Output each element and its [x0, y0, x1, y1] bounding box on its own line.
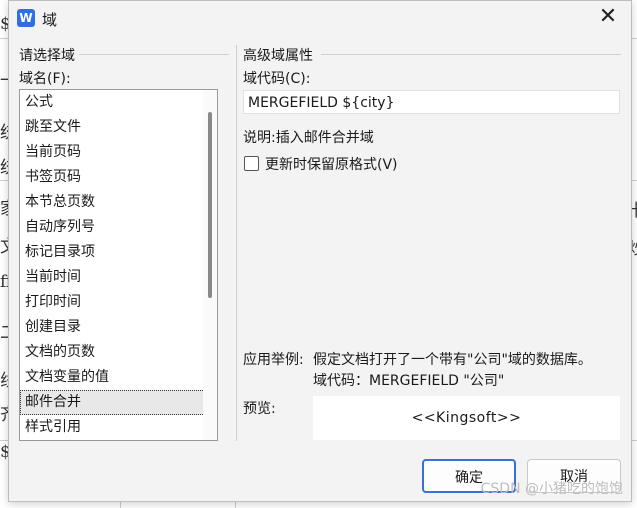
close-icon[interactable]: ✕ [597, 6, 619, 28]
group-separator [236, 45, 237, 441]
field-code-input[interactable]: MERGEFIELD ${city} [243, 90, 620, 114]
preview-label: 预览: [243, 401, 276, 417]
field-list-item[interactable]: 打印时间 [20, 290, 217, 315]
field-name-list[interactable]: 公式 跳至文件 当前页码 书签页码 本节总页数 自动序列号 标记目录项 当前时间 打印时间 创建目… [19, 89, 218, 441]
preview-box: <<Kingsoft>> [313, 396, 620, 440]
field-list-item[interactable]: 样式引用 [20, 415, 217, 440]
field-list-item[interactable]: 当前时间 [20, 265, 217, 290]
field-list-item[interactable]: 跳至文件 [20, 115, 217, 140]
field-list-item[interactable]: 创建目录 [20, 315, 217, 340]
field-list-item[interactable]: 自动序列号 [20, 215, 217, 240]
field-dialog: W 域 ✕ 请选择域 域名(F): 公式 跳至文件 当前页码 书签页码 本节总页数 自动序… [8, 0, 632, 502]
scroll-thumb[interactable] [208, 112, 212, 298]
wps-writer-icon: W [17, 9, 35, 27]
field-list-item[interactable]: 文档的页数 [20, 340, 217, 365]
field-list-item[interactable]: 本节总页数 [20, 190, 217, 215]
advanced-properties-group-title: 高级域属性 [243, 45, 317, 65]
field-code-label: 域代码(C): [243, 71, 311, 87]
field-list-item[interactable]: 当前页码 [20, 140, 217, 165]
preview-value: <<Kingsoft>> [411, 410, 522, 426]
example-label: 应用举例: [243, 352, 304, 368]
title-bar: W 域 ✕ [9, 1, 631, 35]
field-list-item[interactable]: 邮件合并 [20, 390, 217, 415]
field-name-label: 域名(F): [19, 71, 71, 87]
preserve-format-checkbox[interactable] [244, 156, 259, 171]
preserve-format-label[interactable]: 更新时保留原格式(V) [265, 154, 398, 174]
field-list-item[interactable]: 书签页码 [20, 165, 217, 190]
watermark: CSDN @小猪吃的饱饱 [480, 481, 623, 497]
example-text-line1: 假定文档打开了一个带有"公司"域的数据库。 [313, 352, 592, 368]
field-description: 说明:插入邮件合并域 [243, 130, 374, 146]
field-list-item[interactable]: 文档变量的值 [20, 365, 217, 390]
example-text-line2: 域代码：MERGEFIELD "公司" [313, 373, 505, 389]
dialog-title: 域 [42, 11, 58, 29]
field-list-item[interactable]: 公式 [20, 90, 217, 115]
field-list-item[interactable]: 标记目录项 [20, 240, 217, 265]
group-divider [79, 54, 229, 55]
list-scrollbar[interactable] [203, 90, 217, 440]
group-divider [321, 54, 621, 55]
select-field-group-title: 请选择域 [19, 45, 79, 65]
